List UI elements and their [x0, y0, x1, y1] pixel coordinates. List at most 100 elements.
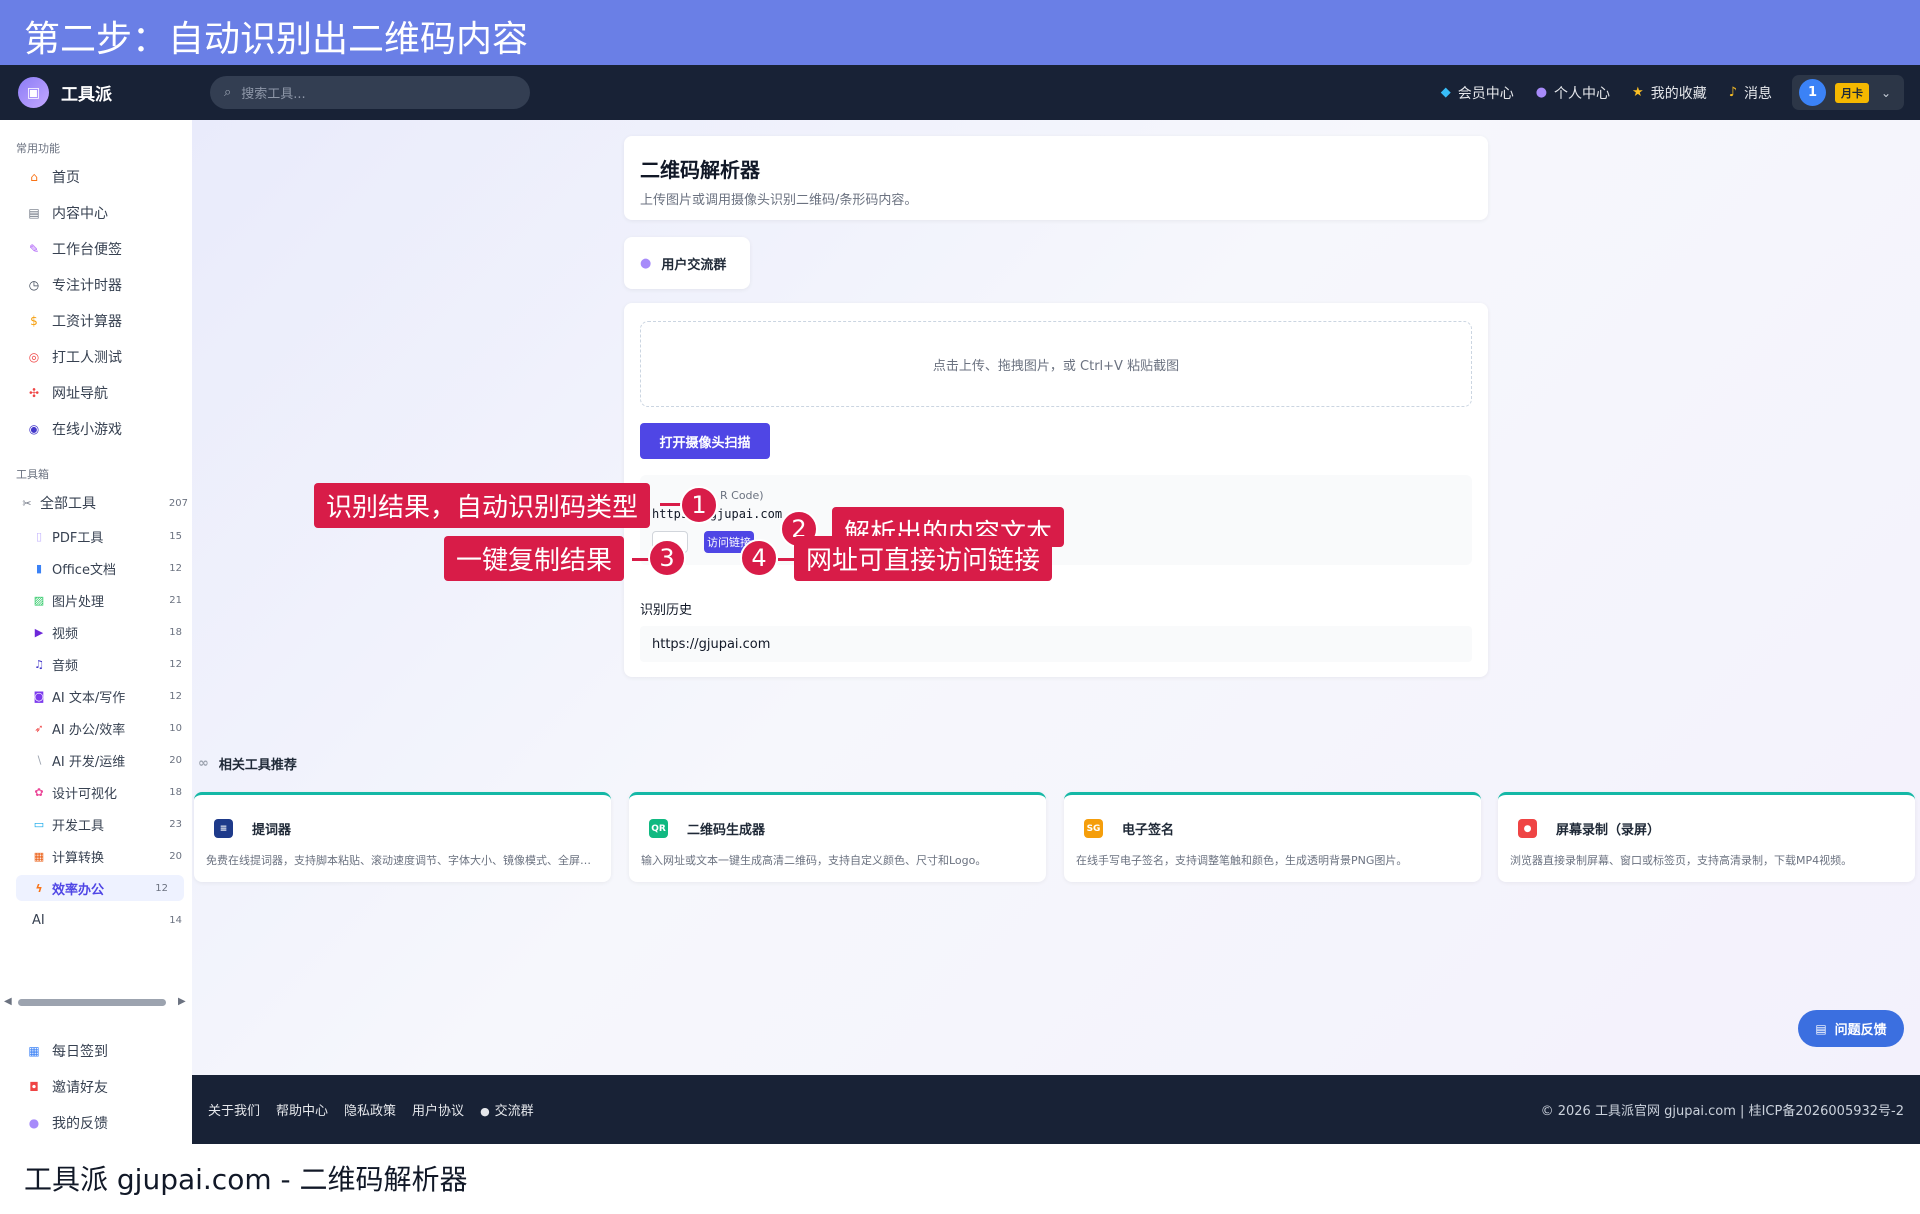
memo-icon: ✎: [28, 242, 40, 256]
sidebar-item-notes[interactable]: ✎ 工作台便签: [26, 239, 122, 259]
related-tool-card-screen-record[interactable]: ● 屏幕录制（录屏） 浏览器直接录制屏幕、窗口或标签页，支持高清录制，下载MP4视…: [1498, 792, 1915, 882]
sidebar-item-test[interactable]: ◎ 打工人测试: [26, 347, 122, 367]
lightning-icon: ϟ: [35, 881, 43, 895]
sidebar-item-label: 设计可视化: [52, 786, 118, 802]
sidebar-category-design[interactable]: ✿ 设计可视化 18: [32, 779, 182, 805]
nav-link-label: 消息: [1744, 85, 1772, 102]
nav-link-messages[interactable]: ♪ 消息: [1729, 83, 1772, 103]
related-tool-desc: 输入网址或文本一键生成高清二维码，支持自定义颜色、尺寸和Logo。: [641, 854, 987, 867]
book-icon: ▮: [35, 561, 43, 575]
bell-icon: ♪: [1728, 85, 1737, 100]
upload-dropzone[interactable]: 点击上传、拖拽图片，或 Ctrl+V 粘贴截图: [640, 321, 1472, 407]
rocket-icon: ➶: [34, 721, 44, 735]
sidebar-item-label: 内容中心: [52, 206, 108, 222]
sidebar-item-count: 12: [169, 690, 182, 702]
annotation-1-label: 识别结果，自动识别码类型: [314, 483, 651, 528]
sidebar-category-ai-dev[interactable]: ∖ AI 开发/运维 20: [32, 747, 182, 773]
chat-icon: ●: [28, 1116, 40, 1130]
related-tool-title: 电子签名: [1122, 823, 1175, 838]
footer-link-privacy[interactable]: 隐私政策: [344, 1100, 396, 1119]
annotation-4-label: 网址可直接访问链接: [794, 536, 1053, 581]
sidebar-item-count: 12: [169, 562, 182, 574]
house-icon: ⌂: [30, 170, 38, 184]
sidebar-item-count: 20: [169, 754, 182, 766]
sidebar-item-label: AI: [32, 912, 45, 928]
sidebar-item-games[interactable]: ◉ 在线小游戏: [26, 419, 122, 439]
sidebar-item-count: 21: [169, 594, 182, 606]
sidebar-item-checkin[interactable]: ▦ 每日签到: [26, 1041, 108, 1061]
annotation-4-marker: 4: [740, 539, 778, 577]
user-menu[interactable]: 1 月卡 ⌄: [1792, 75, 1904, 110]
sidebar-category-calc[interactable]: ▦ 计算转换 20: [32, 843, 182, 869]
pdf-icon: ▯: [35, 529, 43, 543]
annotation-3-label: 一键复制结果: [444, 536, 625, 581]
sidebar-item-label: 我的反馈: [52, 1116, 108, 1132]
sidebar-category-pdf[interactable]: ▯ PDF工具 15: [32, 523, 182, 549]
sidebar-category-ai-writing[interactable]: ◙ AI 文本/写作 12: [32, 683, 182, 709]
footer-link-help[interactable]: 帮助中心: [276, 1100, 328, 1119]
nav-link-profile[interactable]: ● 个人中心: [1536, 83, 1610, 103]
feedback-button[interactable]: ▤ 问题反馈: [1798, 1010, 1904, 1047]
user-group-button[interactable]: ● 用户交流群: [624, 237, 750, 289]
teleprompter-icon: ≡: [214, 819, 233, 838]
scroll-right-icon[interactable]: ▶: [178, 996, 186, 1007]
sidebar-item-all-tools[interactable]: ✂ 全部工具 207: [20, 490, 188, 516]
related-tools-title: ∞ 相关工具推荐: [198, 754, 297, 773]
sidebar-category-office[interactable]: ▮ Office文档 12: [32, 555, 182, 581]
sidebar-category-image[interactable]: ▨ 图片处理 21: [32, 587, 182, 613]
footer-link-terms[interactable]: 用户协议: [412, 1100, 464, 1119]
nav-link-label: 个人中心: [1554, 85, 1611, 102]
sidebar-item-nav[interactable]: ✣ 网址导航: [26, 383, 108, 403]
sidebar-item-content[interactable]: ▤ 内容中心: [26, 203, 108, 223]
sidebar-item-feedback[interactable]: ● 我的反馈: [26, 1113, 108, 1133]
chat-icon: ●: [640, 255, 652, 271]
sidebar-item-invite[interactable]: ◘ 邀请好友: [26, 1077, 108, 1097]
sidebar-item-home[interactable]: ⌂ 首页: [26, 167, 80, 187]
sidebar-item-label: 效率办公: [52, 882, 105, 898]
sidebar-category-dev[interactable]: ▭ 开发工具 23: [32, 811, 182, 837]
sidebar-scrollbar[interactable]: ◀ ▶: [4, 996, 188, 1008]
search-placeholder: 搜索工具...: [241, 87, 306, 102]
related-tool-card-qr-generator[interactable]: QR 二维码生成器 输入网址或文本一键生成高清二维码，支持自定义颜色、尺寸和Log…: [629, 792, 1046, 882]
sidebar-item-label: 首页: [52, 170, 80, 186]
history-item[interactable]: https://gjupai.com: [640, 626, 1472, 662]
brand-name: 工具派: [61, 85, 112, 105]
related-tool-desc: 免费在线提词器，支持脚本粘贴、滚动速度调节、字体大小、镜像模式、全屏显示: [206, 854, 601, 867]
nav-link-membership[interactable]: ◆ 会员中心: [1441, 83, 1514, 103]
stopwatch-icon: ◷: [28, 278, 40, 292]
sidebar-section-common: 常用功能: [16, 142, 60, 155]
scrollbar-thumb[interactable]: [18, 999, 166, 1006]
sidebar-item-label: 全部工具: [40, 496, 96, 512]
related-tool-card-teleprompter[interactable]: ≡ 提词器 免费在线提词器，支持脚本粘贴、滚动速度调节、字体大小、镜像模式、全屏显…: [194, 792, 611, 882]
sidebar-category-efficiency[interactable]: ϟ 效率办公 12: [16, 875, 184, 901]
brand[interactable]: ▣ 工具派: [18, 77, 188, 108]
sidebar-item-label: 计算转换: [52, 850, 105, 866]
nav-link-favorites[interactable]: ★ 我的收藏: [1632, 83, 1707, 103]
tools-icon: ✂: [22, 496, 32, 510]
scroll-left-icon[interactable]: ◀: [4, 996, 12, 1007]
robot-icon: ◙: [33, 689, 45, 703]
related-tool-desc: 浏览器直接录制屏幕、窗口或标签页，支持高清录制，下载MP4视频。: [1510, 854, 1853, 867]
tutorial-banner: 第二步：自动识别出二维码内容: [0, 0, 1920, 65]
sidebar-item-label: 图片处理: [52, 594, 105, 610]
sidebar-item-timer[interactable]: ◷ 专注计时器: [26, 275, 122, 295]
signature-icon: SG: [1084, 819, 1103, 838]
footer: 关于我们 帮助中心 隐私政策 用户协议 ● 交流群 © 2026 工具派官网 gj…: [192, 1075, 1920, 1144]
sidebar-category-ai[interactable]: AI 14: [32, 907, 182, 933]
sidebar-category-video[interactable]: ▶ 视频 18: [32, 619, 182, 645]
sidebar-category-ai-office[interactable]: ➶ AI 办公/效率 10: [32, 715, 182, 741]
related-tool-card-signature[interactable]: SG 电子签名 在线手写电子签名，支持调整笔触和颜色，生成透明背景PNG图片。: [1064, 792, 1481, 882]
camera-scan-button[interactable]: 打开摄像头扫描: [640, 423, 770, 459]
bottom-caption: 工具派 gjupai.com - 二维码解析器: [0, 1144, 1920, 1214]
sidebar-section-toolbox: 工具箱: [16, 468, 49, 481]
money-bag-icon: $: [30, 314, 38, 328]
search-input[interactable]: ⌕ 搜索工具...: [210, 76, 530, 109]
palette-icon: ✿: [34, 785, 44, 799]
sidebar-category-audio[interactable]: ♫ 音频 12: [32, 651, 182, 677]
footer-link-about[interactable]: 关于我们: [208, 1100, 260, 1119]
footer-link-group[interactable]: ● 交流群: [480, 1100, 534, 1119]
sidebar-item-label: 视频: [52, 626, 79, 642]
sidebar-item-count: 23: [169, 818, 182, 830]
dropzone-text: 点击上传、拖拽图片，或 Ctrl+V 粘贴截图: [932, 358, 1180, 374]
sidebar-item-salary[interactable]: $ 工资计算器: [26, 311, 122, 331]
